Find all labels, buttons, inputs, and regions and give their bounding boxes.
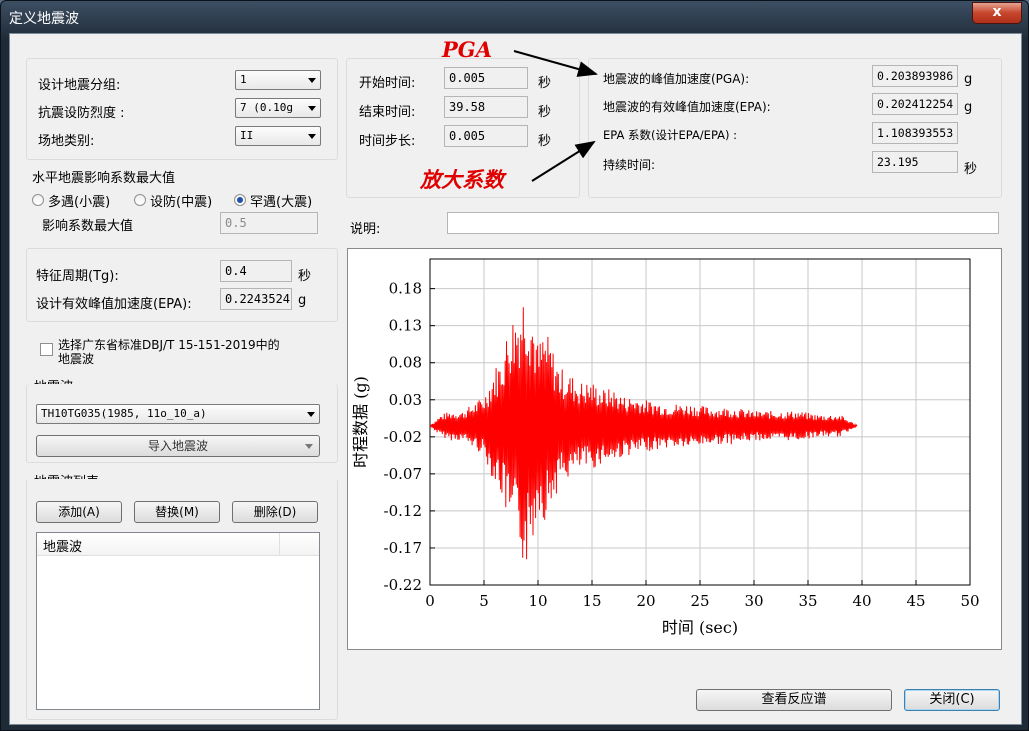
pga-arrow: [513, 50, 598, 77]
wave-listview[interactable]: 地震波: [36, 532, 320, 710]
x-axis-label: 时间 (sec): [662, 618, 738, 637]
x-tick-label: 25: [690, 592, 709, 610]
y-tick-label: 0.18: [389, 280, 422, 298]
chart-frame: 0 5 10 15 20 25 30 35 40 45 50 0.18 0.13 0.08 0.03 -0.0…: [347, 248, 1002, 650]
wave-select[interactable]: TH10TG035(1985, 11o_10_a): [36, 404, 320, 424]
tg-unit: 秒: [298, 269, 312, 284]
x-tick-label: 45: [906, 592, 925, 610]
guangdong-checkbox[interactable]: [40, 343, 53, 356]
time-history-chart: 0 5 10 15 20 25 30 35 40 45 50 0.18 0.13 0.08 0.03 -0.0…: [351, 258, 980, 637]
x-tick-label: 20: [636, 592, 655, 610]
description-label: 说明:: [350, 222, 381, 237]
add-wave-button[interactable]: 添加(A): [36, 501, 122, 523]
window-title: 定义地震波: [9, 11, 79, 27]
x-tick-label: 15: [582, 592, 601, 610]
tg-field[interactable]: 0.4: [220, 260, 292, 282]
y-tick-label: -0.02: [384, 428, 422, 446]
chevron-down-icon: [305, 444, 313, 449]
guangdong-label-line2: 地震波: [58, 352, 95, 366]
import-wave-button[interactable]: 导入地震波: [36, 435, 320, 457]
y-tick-label: -0.22: [384, 576, 422, 594]
design-epa-unit: g: [298, 293, 307, 308]
y-axis-label: 时程数据 (g): [351, 376, 370, 468]
close-button[interactable]: 关闭(C): [904, 689, 1000, 711]
x-tick-label: 30: [744, 592, 763, 610]
x-tick-label: 10: [528, 592, 547, 610]
x-tick-label: 50: [960, 592, 979, 610]
replace-wave-button[interactable]: 替换(M): [134, 501, 220, 523]
dialog-client-area: 设计地震分组: 1 抗震设防烈度 : 7 (0.10g 场地类别: II 水平地…: [9, 33, 1022, 725]
x-tick-label: 5: [479, 592, 489, 610]
y-tick-label: -0.17: [384, 539, 422, 557]
y-tick-label: -0.12: [384, 502, 422, 520]
x-tick-label: 40: [852, 592, 871, 610]
description-field[interactable]: [447, 212, 999, 234]
y-tick-label: 0.13: [389, 317, 422, 335]
wave-list-header: 地震波: [37, 533, 319, 556]
series-line: [429, 307, 858, 560]
y-tick-label: 0.03: [389, 391, 422, 409]
dialog-window: 定义地震波 x 设计地震分组: 1 抗震设防烈度 : 7 (0.10g 场地类别…: [0, 0, 1029, 731]
view-response-spectrum-button[interactable]: 查看反应谱: [696, 689, 892, 711]
wave-column-header[interactable]: 地震波: [43, 536, 82, 555]
design-epa-field[interactable]: 0.2243524: [220, 288, 292, 310]
design-epa-label: 设计有效峰值加速度(EPA):: [36, 297, 192, 312]
y-tick-label: -0.07: [384, 465, 422, 483]
factor-arrow: [531, 140, 596, 182]
title-bar[interactable]: 定义地震波 x: [1, 1, 1028, 33]
y-tick-label: 0.08: [389, 354, 422, 372]
x-tick-label: 0: [425, 592, 435, 610]
x-tick-label: 35: [798, 592, 817, 610]
close-window-button[interactable]: x: [972, 2, 1022, 24]
chevron-down-icon: [307, 412, 315, 417]
tg-label: 特征周期(Tg):: [36, 269, 119, 284]
annotation-arrows: [513, 50, 598, 182]
delete-wave-button[interactable]: 删除(D): [232, 501, 318, 523]
